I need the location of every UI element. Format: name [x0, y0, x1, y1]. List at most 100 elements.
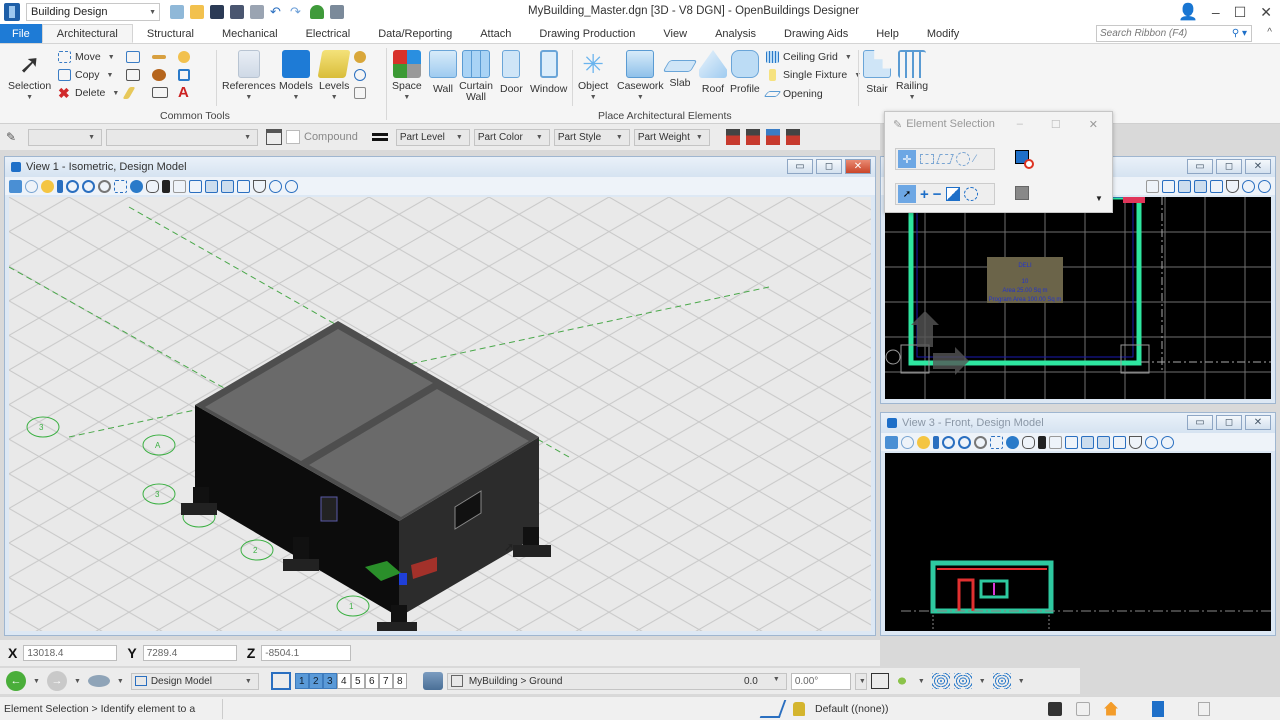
view-2-canvas[interactable]: DELI 10 Area 25.00 Sq m Program Area 100… — [885, 197, 1271, 399]
slab-button[interactable]: Slab — [662, 50, 698, 89]
angle-dropdown[interactable]: ▼ — [854, 672, 867, 690]
zoom-out-icon[interactable] — [82, 179, 95, 193]
lighting-icon[interactable] — [917, 435, 930, 449]
view-groups-icon[interactable] — [270, 672, 291, 690]
tab-attach[interactable]: Attach — [466, 24, 525, 43]
tab-drawing-production[interactable]: Drawing Production — [525, 24, 649, 43]
clip-volume-icon[interactable] — [1226, 179, 1239, 193]
x-coordinate-input[interactable]: 13018.4 — [23, 645, 118, 661]
display-rules-icon[interactable] — [892, 673, 911, 689]
view-attributes-icon[interactable] — [9, 179, 22, 193]
casework-button[interactable]: Casework ▼ — [617, 50, 664, 103]
level-manager-icon[interactable] — [422, 672, 443, 690]
camera-icon[interactable] — [1162, 179, 1175, 193]
clear-clip-icon[interactable] — [285, 179, 298, 193]
new-mode-icon[interactable]: ➚ — [898, 185, 916, 203]
tab-electrical[interactable]: Electrical — [292, 24, 365, 43]
lock-style-icon[interactable] — [765, 129, 780, 145]
window-area-icon[interactable] — [974, 435, 987, 449]
profile-button[interactable]: Profile — [730, 50, 760, 95]
rotate-view-icon[interactable] — [130, 179, 143, 193]
display-style-icon[interactable] — [901, 435, 914, 449]
tab-file[interactable]: File — [0, 24, 42, 43]
space-button[interactable]: Space ▼ — [392, 50, 422, 103]
dialog-close-button[interactable]: ✕ — [1089, 118, 1098, 131]
zoom-in-icon[interactable] — [66, 179, 79, 193]
view-toggle-6[interactable]: 6 — [364, 673, 379, 689]
element-info-icon[interactable] — [126, 51, 140, 63]
z-coordinate-input[interactable]: -8504.1 — [261, 645, 352, 661]
clip-mask-icon[interactable] — [1145, 435, 1158, 449]
railing-button[interactable]: Railing ▼ — [896, 50, 928, 103]
select-all-icon[interactable] — [963, 187, 978, 201]
tab-view[interactable]: View — [649, 24, 701, 43]
camera-icon[interactable] — [1065, 435, 1078, 449]
view-3-minimize-button[interactable]: ▭ — [1187, 415, 1213, 430]
opening-button[interactable]: Opening — [763, 88, 823, 100]
clear-clip-icon[interactable] — [1258, 179, 1271, 193]
collapse-ribbon-icon[interactable]: ^ — [1267, 27, 1272, 38]
redo-icon[interactable]: ↷ — [290, 5, 304, 19]
find-icon[interactable] — [354, 51, 366, 63]
view-previous-icon[interactable] — [205, 179, 218, 193]
view-rotation-icon[interactable] — [870, 673, 889, 689]
individual-method-icon[interactable]: ✛ — [898, 150, 916, 168]
view-previous-icon[interactable] — [1081, 435, 1094, 449]
workspace-select[interactable]: Building Design ▼ — [26, 3, 160, 21]
lock-level-icon[interactable] — [725, 129, 740, 145]
curtain-wall-button[interactable]: Curtain Wall — [459, 50, 493, 103]
move-button[interactable]: Move ▼ — [58, 51, 118, 63]
view-toggle-3[interactable]: 3 — [322, 673, 337, 689]
note-icon[interactable] — [178, 69, 190, 81]
fit-view-icon[interactable] — [990, 435, 1003, 449]
select-all-elements-icon[interactable] — [1015, 186, 1029, 200]
tab-drawing-aids[interactable]: Drawing Aids — [770, 24, 862, 43]
snap-layers-icon[interactable] — [992, 673, 1011, 689]
view-1-maximize-button[interactable]: ◻ — [816, 159, 842, 174]
view-3-maximize-button[interactable]: ◻ — [1216, 415, 1242, 430]
view-1-minimize-button[interactable]: ▭ — [787, 159, 813, 174]
view-previous-icon[interactable] — [1178, 179, 1191, 193]
part-color-combo[interactable]: Part Color ▼ — [473, 128, 550, 146]
delete-button[interactable]: ✖ Delete ▼ — [58, 86, 122, 100]
circle-method-icon[interactable] — [956, 152, 970, 166]
view-attributes-icon[interactable] — [885, 435, 898, 449]
tab-structural[interactable]: Structural — [133, 24, 208, 43]
pan-hand-icon[interactable] — [146, 179, 159, 193]
view-1-titlebar[interactable]: View 1 - Isometric, Design Model — [5, 157, 875, 177]
compound-checkbox[interactable] — [286, 130, 300, 144]
clip-mask-icon[interactable] — [269, 179, 282, 193]
tab-mechanical[interactable]: Mechanical — [208, 24, 292, 43]
update-icon[interactable] — [933, 435, 939, 449]
pan-hand-icon[interactable] — [1022, 435, 1035, 449]
materials-icon[interactable] — [152, 69, 166, 81]
shape-method-icon[interactable] — [936, 154, 954, 164]
notebook-icon[interactable] — [1152, 700, 1164, 717]
invert-mode-icon[interactable] — [945, 187, 960, 201]
fly-icon[interactable] — [173, 179, 186, 193]
view-1-close-button[interactable]: ✕ — [845, 159, 871, 174]
zoom-in-icon[interactable] — [942, 435, 955, 449]
maximize-button[interactable]: ☐ — [1234, 4, 1247, 21]
tab-help[interactable]: Help — [862, 24, 913, 43]
view-toggle-7[interactable]: 7 — [378, 673, 393, 689]
pick-attributes-icon[interactable]: ✎ — [6, 130, 24, 144]
view-toggle-4[interactable]: 4 — [336, 673, 351, 689]
selection-button[interactable]: ➚ Selection ▼ — [8, 50, 51, 103]
search-ribbon-input[interactable]: Search Ribbon (F4) ⚲ ▾ — [1096, 25, 1252, 42]
view-next-icon[interactable] — [221, 179, 234, 193]
part-weight-combo[interactable]: Part Weight ▼ — [633, 128, 710, 146]
grid-tools-icon[interactable] — [354, 87, 366, 99]
lighting-icon[interactable] — [41, 179, 54, 193]
light-icon[interactable] — [178, 51, 190, 63]
accudraw-icon[interactable] — [759, 699, 787, 718]
message-center-icon[interactable] — [1076, 701, 1090, 716]
roof-button[interactable]: Roof — [699, 50, 727, 95]
rotate-view-icon[interactable] — [1006, 435, 1019, 449]
copy-view-icon[interactable] — [237, 179, 250, 193]
save-status-icon[interactable] — [1048, 701, 1062, 716]
element-selection-titlebar[interactable]: ✎ Element Selection – ☐ ✕ — [885, 112, 1112, 136]
snap-toggle-icon[interactable] — [953, 673, 972, 689]
user-icon[interactable]: 👤 — [1178, 2, 1198, 22]
rectangle-icon[interactable] — [152, 87, 168, 98]
